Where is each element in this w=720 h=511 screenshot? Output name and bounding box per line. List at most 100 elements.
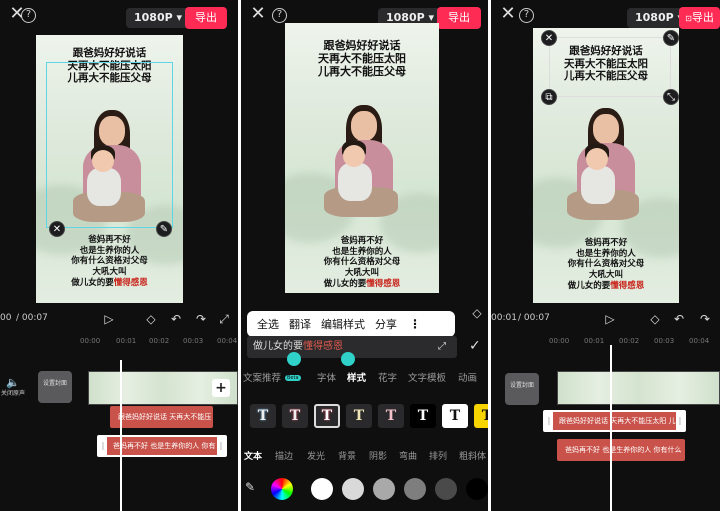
edit-handle-icon[interactable]: ✎ xyxy=(663,30,679,46)
tab-style[interactable]: 样式 xyxy=(347,370,366,384)
color-swatch[interactable] xyxy=(435,478,457,500)
add-clip-button[interactable]: + xyxy=(212,379,230,397)
style-preset-7[interactable]: T xyxy=(442,404,468,428)
menu-select-all[interactable]: 全选 xyxy=(257,316,279,332)
playback-controls: 00 / 00:07 ▷ ◇ ↶ ↷ ⤢ xyxy=(0,310,238,330)
resolution-label: 1080P xyxy=(635,11,674,24)
menu-share[interactable]: 分享 xyxy=(375,316,397,332)
speaker-icon: 🔈 xyxy=(6,376,20,389)
mother-child-image xyxy=(312,105,416,225)
clip-trim-right[interactable]: | xyxy=(676,412,684,430)
text-clip-2[interactable]: | 爸妈再不好 也是生养你的人 你有 | xyxy=(97,435,227,457)
subtab-background[interactable]: 背景 xyxy=(338,449,356,462)
menu-translate[interactable]: 翻译 xyxy=(289,316,311,332)
help-icon[interactable]: ? xyxy=(519,8,534,23)
style-preset-5[interactable]: T xyxy=(378,404,404,428)
help-icon[interactable]: ? xyxy=(272,8,287,23)
selection-end-handle[interactable] xyxy=(341,352,355,366)
menu-edit-style[interactable]: 编辑样式 xyxy=(321,316,365,332)
set-cover-button[interactable]: 设置封面 xyxy=(505,373,539,405)
color-swatch[interactable] xyxy=(466,478,488,500)
expand-icon[interactable]: ⤢ xyxy=(438,341,446,352)
style-preset-1[interactable]: T xyxy=(250,404,276,428)
playback-controls: 00:01 / 00:07 ▷ ◇ ↶ ↷ xyxy=(491,310,720,330)
time-ruler: 00:00 00:01 00:02 00:03 00:04 xyxy=(549,337,710,345)
export-button[interactable]: 导出 xyxy=(437,7,481,29)
time-current: 00 xyxy=(0,313,12,323)
style-preset-4[interactable]: T xyxy=(346,404,372,428)
resolution-button[interactable]: 1080P ▾ xyxy=(126,8,191,28)
style-preset-8[interactable]: T xyxy=(474,404,488,428)
time-total: / 00:07 xyxy=(16,313,48,323)
color-swatch[interactable] xyxy=(373,478,395,500)
subtab-curve[interactable]: 弯曲 xyxy=(399,449,417,462)
export-button[interactable]: 导出 xyxy=(185,7,227,29)
playhead[interactable] xyxy=(120,360,122,511)
redo-icon[interactable]: ↷ xyxy=(697,311,713,327)
subtab-bold-italic[interactable]: 粗斜体 xyxy=(459,449,486,462)
subtab-glow[interactable]: 发光 xyxy=(307,449,325,462)
color-swatch[interactable] xyxy=(404,478,426,500)
color-swatch[interactable] xyxy=(311,478,333,500)
subtab-shadow[interactable]: 阴影 xyxy=(369,449,387,462)
clip-trim-left[interactable]: | xyxy=(545,412,553,430)
copy-handle-icon[interactable]: ⧉ xyxy=(541,89,557,105)
style-preset-3[interactable]: T xyxy=(314,404,340,428)
time-ruler: 00:00 00:01 00:02 00:03 00:04 xyxy=(80,337,238,345)
editor-panel-3: ✕ ? 1080P ▾ ⊡导出 跟爸妈好好说话 天再大不能压太阳 儿再大不能压父… xyxy=(491,0,720,511)
play-icon[interactable]: ▷ xyxy=(101,311,117,327)
watermark-icon: ⊡ xyxy=(685,14,692,23)
delete-handle-icon[interactable]: ✕ xyxy=(541,30,557,46)
text-clip-2[interactable]: 爸妈再不好 也是生养你的人 你有什么 xyxy=(557,439,685,461)
close-icon[interactable]: ✕ xyxy=(499,5,517,23)
style-preset-6[interactable]: T xyxy=(410,404,436,428)
text-clip-1[interactable]: 跟爸妈好好说话 天再大不能压 xyxy=(110,406,213,428)
mother-child-image xyxy=(555,108,655,228)
tab-text-template[interactable]: 文字模板 xyxy=(408,370,446,384)
play-icon[interactable]: ▷ xyxy=(602,311,618,327)
set-cover-button[interactable]: 设置封面 xyxy=(38,371,72,403)
selection-start-handle[interactable] xyxy=(287,352,301,366)
undo-icon[interactable]: ↶ xyxy=(671,311,687,327)
caption-bottom: 爸妈再不好 也是生养你的人 你有什么资格对父母 大吼大叫 做儿女的要懂得感恩 xyxy=(323,236,401,289)
confirm-icon[interactable]: ✓ xyxy=(469,338,481,354)
keyframe-icon[interactable]: ◇ xyxy=(469,305,485,321)
color-wheel-icon[interactable] xyxy=(271,478,293,500)
caption-top: 跟爸妈好好说话 天再大不能压太阳 儿再大不能压父母 xyxy=(318,39,406,79)
tab-font[interactable]: 字体 xyxy=(317,370,336,384)
clip-trim-left[interactable]: | xyxy=(99,437,107,455)
redo-icon[interactable]: ↷ xyxy=(193,311,209,327)
edit-handle-icon[interactable]: ✎ xyxy=(156,221,172,237)
text-clip-1[interactable]: | 跟爸妈好好说话 天再大不能压太阳 儿 | xyxy=(543,410,686,432)
video-preview[interactable]: 跟爸妈好好说话 天再大不能压太阳 儿再大不能压父母 爸妈再不好 也是生养你的人 … xyxy=(285,23,439,293)
close-icon[interactable]: ✕ xyxy=(249,5,267,23)
subtab-text[interactable]: 文本 xyxy=(244,449,262,462)
fullscreen-icon[interactable]: ⤢ xyxy=(216,311,232,327)
color-swatch[interactable] xyxy=(342,478,364,500)
keyframe-icon[interactable]: ◇ xyxy=(647,311,663,327)
mute-toggle[interactable]: 🔈 关闭原声 xyxy=(0,376,26,398)
export-button[interactable]: ⊡导出 xyxy=(679,7,720,29)
scale-handle-icon[interactable]: ⤡ xyxy=(663,89,679,105)
playhead[interactable] xyxy=(610,345,612,511)
tab-animation[interactable]: 动画 xyxy=(458,370,477,384)
time-total: / 00:07 xyxy=(518,313,550,323)
text-context-menu: 全选 翻译 编辑样式 分享 ⋮ xyxy=(247,311,455,337)
selection-box xyxy=(549,37,671,97)
selection-box xyxy=(46,62,173,228)
subtab-arrange[interactable]: 排列 xyxy=(429,449,447,462)
editor-panel-2: ✕ ? 1080P ▾ 导出 跟爸妈好好说话 天再大不能压太阳 儿再大不能压父母… xyxy=(241,0,488,511)
beta-badge: Beta xyxy=(285,375,301,381)
eyedropper-icon[interactable]: ✎ xyxy=(245,480,255,494)
style-preset-2[interactable]: T xyxy=(282,404,308,428)
tab-copy-suggest[interactable]: 文案推荐 xyxy=(243,370,281,384)
undo-icon[interactable]: ↶ xyxy=(168,311,184,327)
help-icon[interactable]: ? xyxy=(21,8,36,23)
delete-handle-icon[interactable]: ✕ xyxy=(49,221,65,237)
more-icon[interactable]: ⋮ xyxy=(409,317,421,331)
video-clip[interactable] xyxy=(557,371,720,405)
clip-trim-right[interactable]: | xyxy=(217,437,225,455)
tab-fancy-text[interactable]: 花字 xyxy=(378,370,397,384)
keyframe-icon[interactable]: ◇ xyxy=(143,311,159,327)
subtab-stroke[interactable]: 描边 xyxy=(275,449,293,462)
